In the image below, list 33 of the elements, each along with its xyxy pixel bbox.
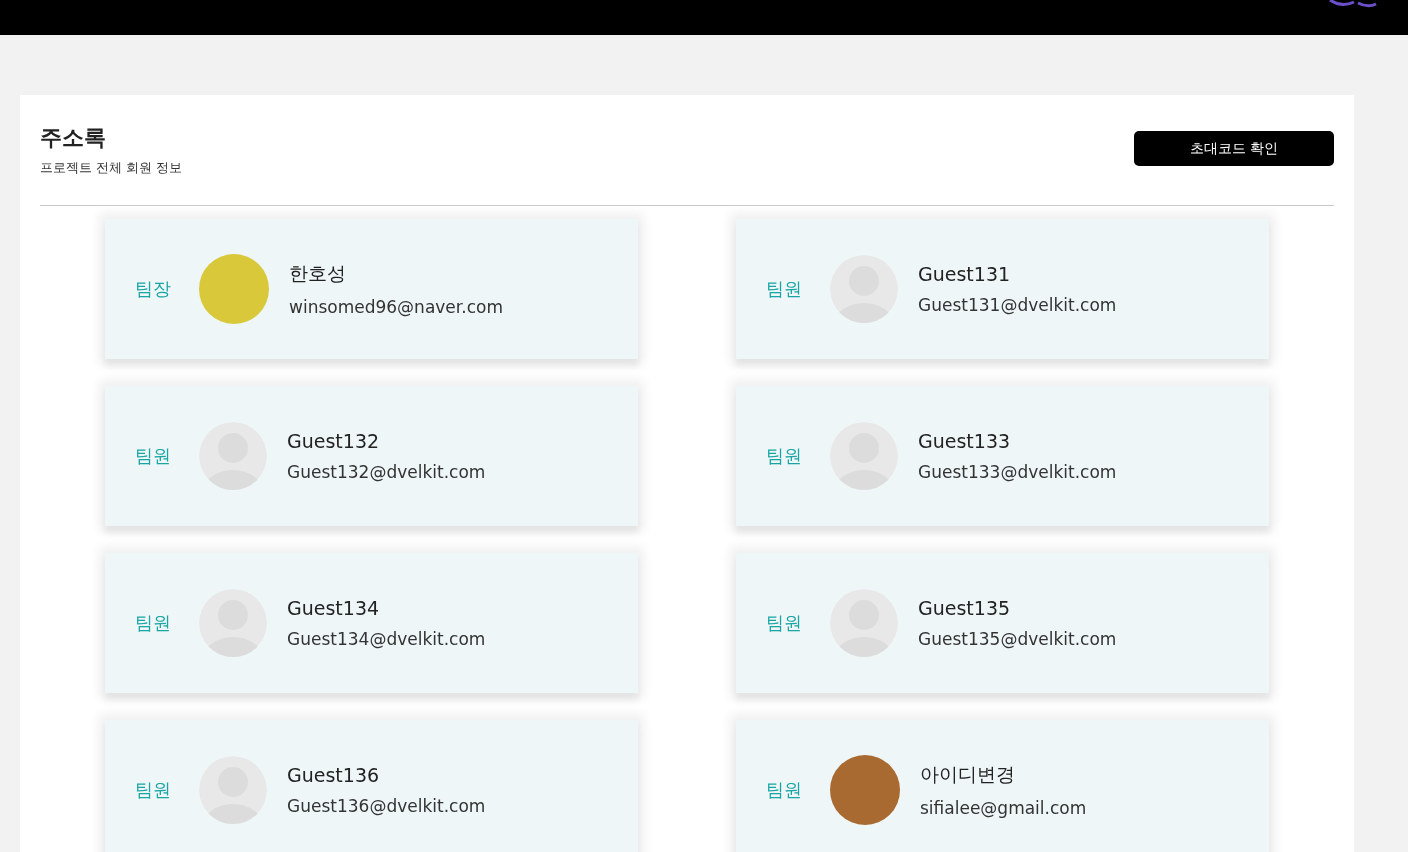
member-email: Guest135@dvelkit.com	[918, 629, 1117, 649]
default-avatar-icon	[830, 589, 898, 657]
member-role: 팀원	[766, 277, 803, 301]
member-email: Guest131@dvelkit.com	[918, 295, 1117, 315]
member-role: 팀원	[766, 444, 803, 468]
invite-code-button[interactable]: 초대코드 확인	[1134, 131, 1334, 166]
member-role: 팀원	[135, 778, 172, 802]
member-email: Guest136@dvelkit.com	[287, 796, 486, 816]
member-role: 팀원	[766, 611, 803, 635]
member-email: Guest134@dvelkit.com	[287, 629, 486, 649]
page-subtitle: 프로젝트 전체 회원 정보	[40, 159, 183, 177]
member-email: sifialee@gmail.com	[920, 798, 1087, 818]
member-name: 아이디변경	[920, 762, 1016, 787]
default-avatar-icon	[830, 255, 898, 323]
member-role: 팀원	[766, 778, 803, 802]
member-name: Guest132	[287, 430, 381, 452]
default-avatar-icon	[199, 422, 267, 490]
default-avatar-icon	[199, 589, 267, 657]
member-name: Guest135	[918, 597, 1012, 619]
member-name: Guest136	[287, 764, 381, 786]
default-avatar-icon	[199, 756, 267, 824]
member-name: Guest134	[287, 597, 381, 619]
member-role: 팀원	[135, 611, 172, 635]
default-avatar-icon	[830, 422, 898, 490]
member-name: Guest133	[918, 430, 1012, 452]
page-title: 주소록	[40, 124, 107, 152]
member-name: 한호성	[289, 261, 347, 286]
member-email: Guest133@dvelkit.com	[918, 462, 1117, 482]
member-role: 팀장	[135, 277, 172, 301]
member-email: Guest132@dvelkit.com	[287, 462, 486, 482]
member-name: Guest131	[918, 263, 1012, 285]
member-role: 팀원	[135, 444, 172, 468]
member-email: winsomed96@naver.com	[289, 297, 503, 317]
